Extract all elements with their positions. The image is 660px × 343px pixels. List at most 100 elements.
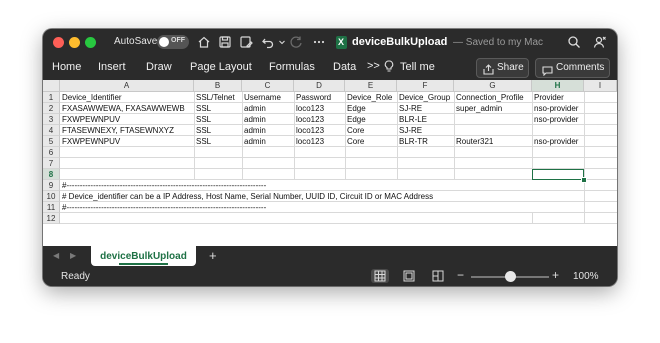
tell-me-search[interactable]: Tell me (400, 61, 435, 73)
redo-icon[interactable] (289, 35, 303, 49)
cell-a3[interactable]: FXWPEWNPUV (62, 114, 120, 125)
save-as-icon[interactable] (239, 35, 253, 49)
cell-c1[interactable]: Username (244, 92, 281, 103)
cell-a4[interactable]: FTASEWNEXY, FTASEWNXYZ (62, 125, 174, 136)
cell-e1[interactable]: Device_Role (347, 92, 392, 103)
cell-b5[interactable]: SSL (196, 136, 211, 147)
cell-a9[interactable]: #---------------------------------------… (62, 180, 266, 191)
cell-c2[interactable]: admin (244, 103, 266, 114)
column-header-d[interactable]: D (294, 80, 345, 92)
row-header-4[interactable]: 4 (43, 125, 60, 136)
row-header-3[interactable]: 3 (43, 114, 60, 125)
undo-icon[interactable] (261, 35, 275, 49)
minimize-window-button[interactable] (69, 37, 80, 48)
cell-g2[interactable]: super_admin (456, 103, 502, 114)
cell-c4[interactable]: admin (244, 125, 266, 136)
column-header-e[interactable]: E (345, 80, 397, 92)
cell-a11[interactable]: #---------------------------------------… (62, 202, 266, 213)
cell-b3[interactable]: SSL (196, 114, 211, 125)
row-header-1[interactable]: 1 (43, 92, 60, 103)
zoom-slider-knob[interactable] (504, 271, 516, 282)
cell-f1[interactable]: Device_Group (399, 92, 450, 103)
cell-b2[interactable]: SSL (196, 103, 211, 114)
tab-page-layout[interactable]: Page Layout (190, 61, 252, 73)
cell-h5[interactable]: nso-provider (534, 136, 578, 147)
normal-view-button[interactable] (371, 269, 389, 283)
row-header-12[interactable]: 12 (43, 213, 60, 224)
row-header-10[interactable]: 10 (43, 191, 60, 202)
cell-d5[interactable]: loco123 (296, 136, 324, 147)
cell-b1[interactable]: SSL/Telnet (196, 92, 235, 103)
zoom-out-button[interactable]: − (457, 268, 464, 282)
document-status[interactable]: — Saved to my Mac (453, 37, 543, 48)
fill-handle[interactable] (581, 177, 587, 183)
cell-a1[interactable]: Device_Identifier (62, 92, 122, 103)
share-button[interactable]: Share (476, 58, 529, 78)
cell-h1[interactable]: Provider (534, 92, 564, 103)
cell-g1[interactable]: Connection_Profile (456, 92, 524, 103)
tab-data[interactable]: Data (333, 61, 356, 73)
tab-formulas[interactable]: Formulas (269, 61, 315, 73)
cell-a5[interactable]: FXWPEWNPUV (62, 136, 120, 147)
sheet-tab-devicebulkupload[interactable]: deviceBulkUpload (91, 246, 196, 266)
row-header-9[interactable]: 9 (43, 180, 60, 191)
tab-draw[interactable]: Draw (146, 61, 172, 73)
row-header-2[interactable]: 2 (43, 103, 60, 114)
cell-e5[interactable]: Core (347, 136, 364, 147)
column-header-a[interactable]: A (60, 80, 194, 92)
zoom-in-button[interactable]: + (552, 268, 559, 282)
prev-sheet-button[interactable]: ◀ (53, 251, 59, 260)
zoom-window-button[interactable] (85, 37, 96, 48)
column-header-h[interactable]: H (532, 80, 584, 92)
cell-d1[interactable]: Password (296, 92, 331, 103)
home-icon[interactable] (197, 35, 211, 49)
add-sheet-button[interactable]: + (209, 248, 217, 263)
tab-insert[interactable]: Insert (98, 61, 126, 73)
cell-b4[interactable]: SSL (196, 125, 211, 136)
cell-e4[interactable]: Core (347, 125, 364, 136)
cell-f5[interactable]: BLR-TR (399, 136, 428, 147)
cell-d2[interactable]: loco123 (296, 103, 324, 114)
row-header-6[interactable]: 6 (43, 147, 60, 158)
tab-home[interactable]: Home (52, 61, 81, 73)
page-layout-view-button[interactable] (400, 269, 418, 283)
cell-d4[interactable]: loco123 (296, 125, 324, 136)
row-header-5[interactable]: 5 (43, 136, 60, 147)
cell-c3[interactable]: admin (244, 114, 266, 125)
row-header-11[interactable]: 11 (43, 202, 60, 213)
select-all-corner[interactable] (43, 80, 60, 92)
cell-h3[interactable]: nso-provider (534, 114, 578, 125)
account-icon[interactable] (593, 35, 607, 49)
column-header-f[interactable]: F (397, 80, 454, 92)
comments-button[interactable]: Comments (535, 58, 610, 78)
cell-d3[interactable]: loco123 (296, 114, 324, 125)
save-icon[interactable] (218, 35, 232, 49)
cell-f2[interactable]: SJ-RE (399, 103, 422, 114)
cell-a2[interactable]: FXASAWWEWA, FXASAWWEWB (62, 103, 185, 114)
cell-a10[interactable]: # Device_identifier can be a IP Address,… (62, 191, 433, 202)
column-header-b[interactable]: B (194, 80, 242, 92)
more-tabs-button[interactable]: >> (367, 60, 380, 72)
search-icon[interactable] (567, 35, 581, 49)
page-break-view-button[interactable] (429, 269, 447, 283)
row-header-8[interactable]: 8 (43, 169, 60, 180)
autosave-toggle[interactable]: OFF (157, 35, 189, 49)
undo-dropdown-icon[interactable] (275, 35, 285, 49)
cell-h2[interactable]: nso-provider (534, 103, 578, 114)
more-options-icon[interactable] (312, 35, 326, 49)
close-window-button[interactable] (53, 37, 64, 48)
column-header-c[interactable]: C (242, 80, 294, 92)
cell-e2[interactable]: Edge (347, 103, 366, 114)
cell-f4[interactable]: SJ-RE (399, 125, 422, 136)
column-header-i[interactable]: I (584, 80, 617, 92)
column-header-g[interactable]: G (454, 80, 532, 92)
next-sheet-button[interactable]: ▶ (70, 251, 76, 260)
cell-f3[interactable]: BLR-LE (399, 114, 427, 125)
cell-g5[interactable]: Router321 (456, 136, 493, 147)
active-cell-h8[interactable] (532, 169, 584, 180)
cell-e3[interactable]: Edge (347, 114, 366, 125)
spreadsheet-grid[interactable]: A B C D E F G H I 1 2 3 4 5 6 7 8 9 10 1… (43, 80, 617, 274)
cell-c5[interactable]: admin (244, 136, 266, 147)
zoom-level[interactable]: 100% (573, 271, 599, 282)
row-header-7[interactable]: 7 (43, 158, 60, 169)
